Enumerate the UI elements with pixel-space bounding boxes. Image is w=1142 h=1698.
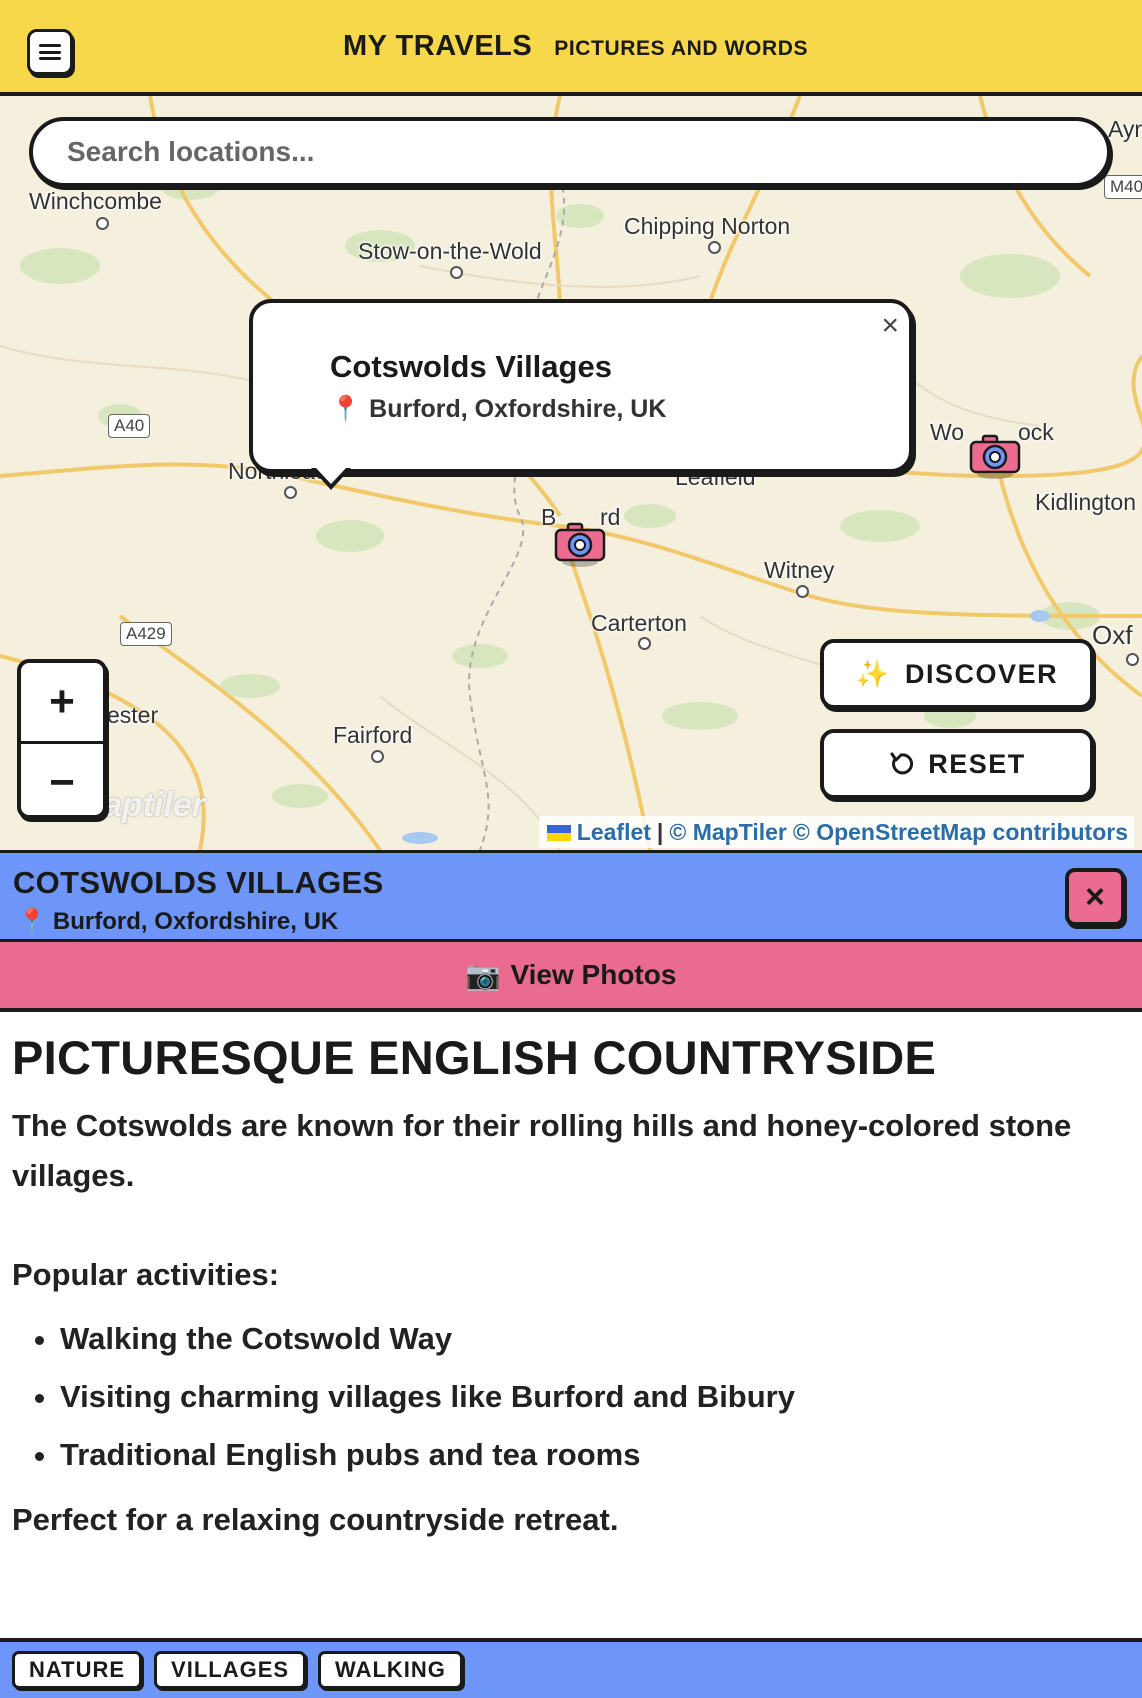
map-attribution: Leaflet | © MapTiler © OpenStreetMap con…	[538, 816, 1134, 848]
map-label-stow: Stow-on-the-Wold	[358, 238, 542, 264]
map-label-woodstock-right: ock	[1018, 419, 1054, 445]
map-label-edge-oxford: Oxf	[1092, 620, 1133, 650]
reset-button[interactable]: RESET	[820, 729, 1094, 799]
camera-marker-woodstock[interactable]	[968, 434, 1022, 480]
popup-title: Cotswolds Villages	[330, 349, 612, 384]
app-subtitle: PICTURES AND WORDS	[554, 37, 809, 60]
location-subtitle: 📍 Burford, Oxfordshire, UK	[17, 907, 338, 936]
activities-label: Popular activities:	[12, 1257, 280, 1292]
place-dot	[284, 486, 297, 499]
app-title: MY TRAVELS	[343, 30, 533, 62]
map-label-chipping-norton: Chipping Norton	[624, 213, 791, 239]
tag-nature[interactable]: NATURE	[12, 1651, 143, 1689]
place-dot	[450, 266, 463, 279]
location-title: COTSWOLDS VILLAGES	[13, 865, 384, 900]
tag-villages[interactable]: VILLAGES	[154, 1651, 307, 1689]
popup-close-button[interactable]: ×	[881, 309, 899, 343]
maptiler-link[interactable]: © MapTiler	[669, 819, 787, 846]
map-label-cirencester-fragment: ester	[107, 702, 159, 728]
list-item: Walking the Cotswold Way	[60, 1310, 795, 1368]
search-input[interactable]	[65, 135, 1107, 169]
location-info-bar: COTSWOLDS VILLAGES 📍 Burford, Oxfordshire…	[0, 850, 1142, 942]
menu-button[interactable]	[27, 29, 73, 75]
map-label-carterton: Carterton	[591, 610, 687, 636]
search-bar[interactable]	[29, 117, 1111, 187]
road-label-a429: A429	[120, 622, 172, 646]
description-heading: PICTURESQUE ENGLISH COUNTRYSIDE	[12, 1031, 937, 1084]
view-photos-button[interactable]: 📷 View Photos	[0, 942, 1142, 1012]
view-photos-label: View Photos	[510, 959, 677, 990]
list-item: Visiting charming villages like Burford …	[60, 1368, 795, 1426]
attribution-separator: |	[656, 819, 664, 845]
popup-location-text: Burford, Oxfordshire, UK	[369, 395, 667, 423]
camera-icon: 📷	[465, 959, 501, 991]
zoom-control: + −	[17, 659, 107, 819]
close-panel-button[interactable]: ×	[1065, 868, 1125, 926]
map-label-kidlington: Kidlington	[1035, 489, 1137, 515]
pin-icon: 📍	[17, 908, 47, 935]
location-description: PICTURESQUE ENGLISH COUNTRYSIDE The Cots…	[12, 1030, 1122, 1537]
map-label-fairford: Fairford	[333, 722, 413, 748]
ukraine-flag-icon	[546, 824, 571, 841]
pin-icon: 📍	[330, 395, 362, 423]
app-header: MY TRAVELS PICTURES AND WORDS	[0, 0, 1142, 96]
camera-marker-burford[interactable]	[553, 522, 607, 568]
place-dot	[371, 750, 384, 763]
map-label-edge-ayr: Ayr	[1108, 116, 1142, 142]
map-label-witney: Witney	[764, 557, 835, 583]
discover-label: DISCOVER	[905, 658, 1059, 689]
brand: MY TRAVELS PICTURES AND WORDS	[343, 30, 808, 63]
description-closing: Perfect for a relaxing countryside retre…	[12, 1502, 619, 1537]
road-label-a40: A40	[108, 414, 151, 438]
osm-link[interactable]: © OpenStreetMap contributors	[793, 819, 1128, 846]
place-dot	[708, 241, 721, 254]
activities-list: Walking the Cotswold Way Visiting charmi…	[12, 1310, 795, 1484]
location-subtitle-text: Burford, Oxfordshire, UK	[52, 908, 339, 935]
maptiler-logo: aptiler	[103, 786, 206, 824]
place-dot	[638, 637, 651, 650]
discover-button[interactable]: ✨ DISCOVER	[820, 639, 1094, 709]
description-intro: The Cotswolds are known for their rollin…	[12, 1108, 1072, 1193]
sparkles-icon: ✨	[855, 659, 892, 689]
zoom-out-button[interactable]: −	[21, 744, 103, 815]
reset-label: RESET	[928, 748, 1026, 779]
place-dot	[1126, 653, 1139, 666]
hamburger-menu-icon	[39, 44, 61, 60]
popup-tip-inner	[316, 468, 346, 484]
map-popup: × Cotswolds Villages 📍 Burford, Oxfordshi…	[249, 299, 913, 473]
tags-bar: NATURE VILLAGES WALKING	[0, 1638, 1142, 1698]
zoom-in-button[interactable]: +	[21, 663, 103, 744]
place-dot	[96, 217, 109, 230]
road-label-m40: M40	[1104, 175, 1142, 199]
map-view[interactable]: Winchcombe Chipping Norton Stow-on-the-W…	[0, 96, 1142, 850]
map-label-winchcombe: Winchcombe	[29, 188, 162, 214]
leaflet-link[interactable]: Leaflet	[577, 819, 651, 846]
rotate-icon	[890, 752, 914, 775]
popup-location: 📍 Burford, Oxfordshire, UK	[330, 395, 666, 424]
map-label-woodstock-left: Wo	[930, 419, 965, 445]
tag-walking[interactable]: WALKING	[318, 1651, 463, 1689]
place-dot	[796, 585, 809, 598]
list-item: Traditional English pubs and tea rooms	[60, 1426, 795, 1484]
